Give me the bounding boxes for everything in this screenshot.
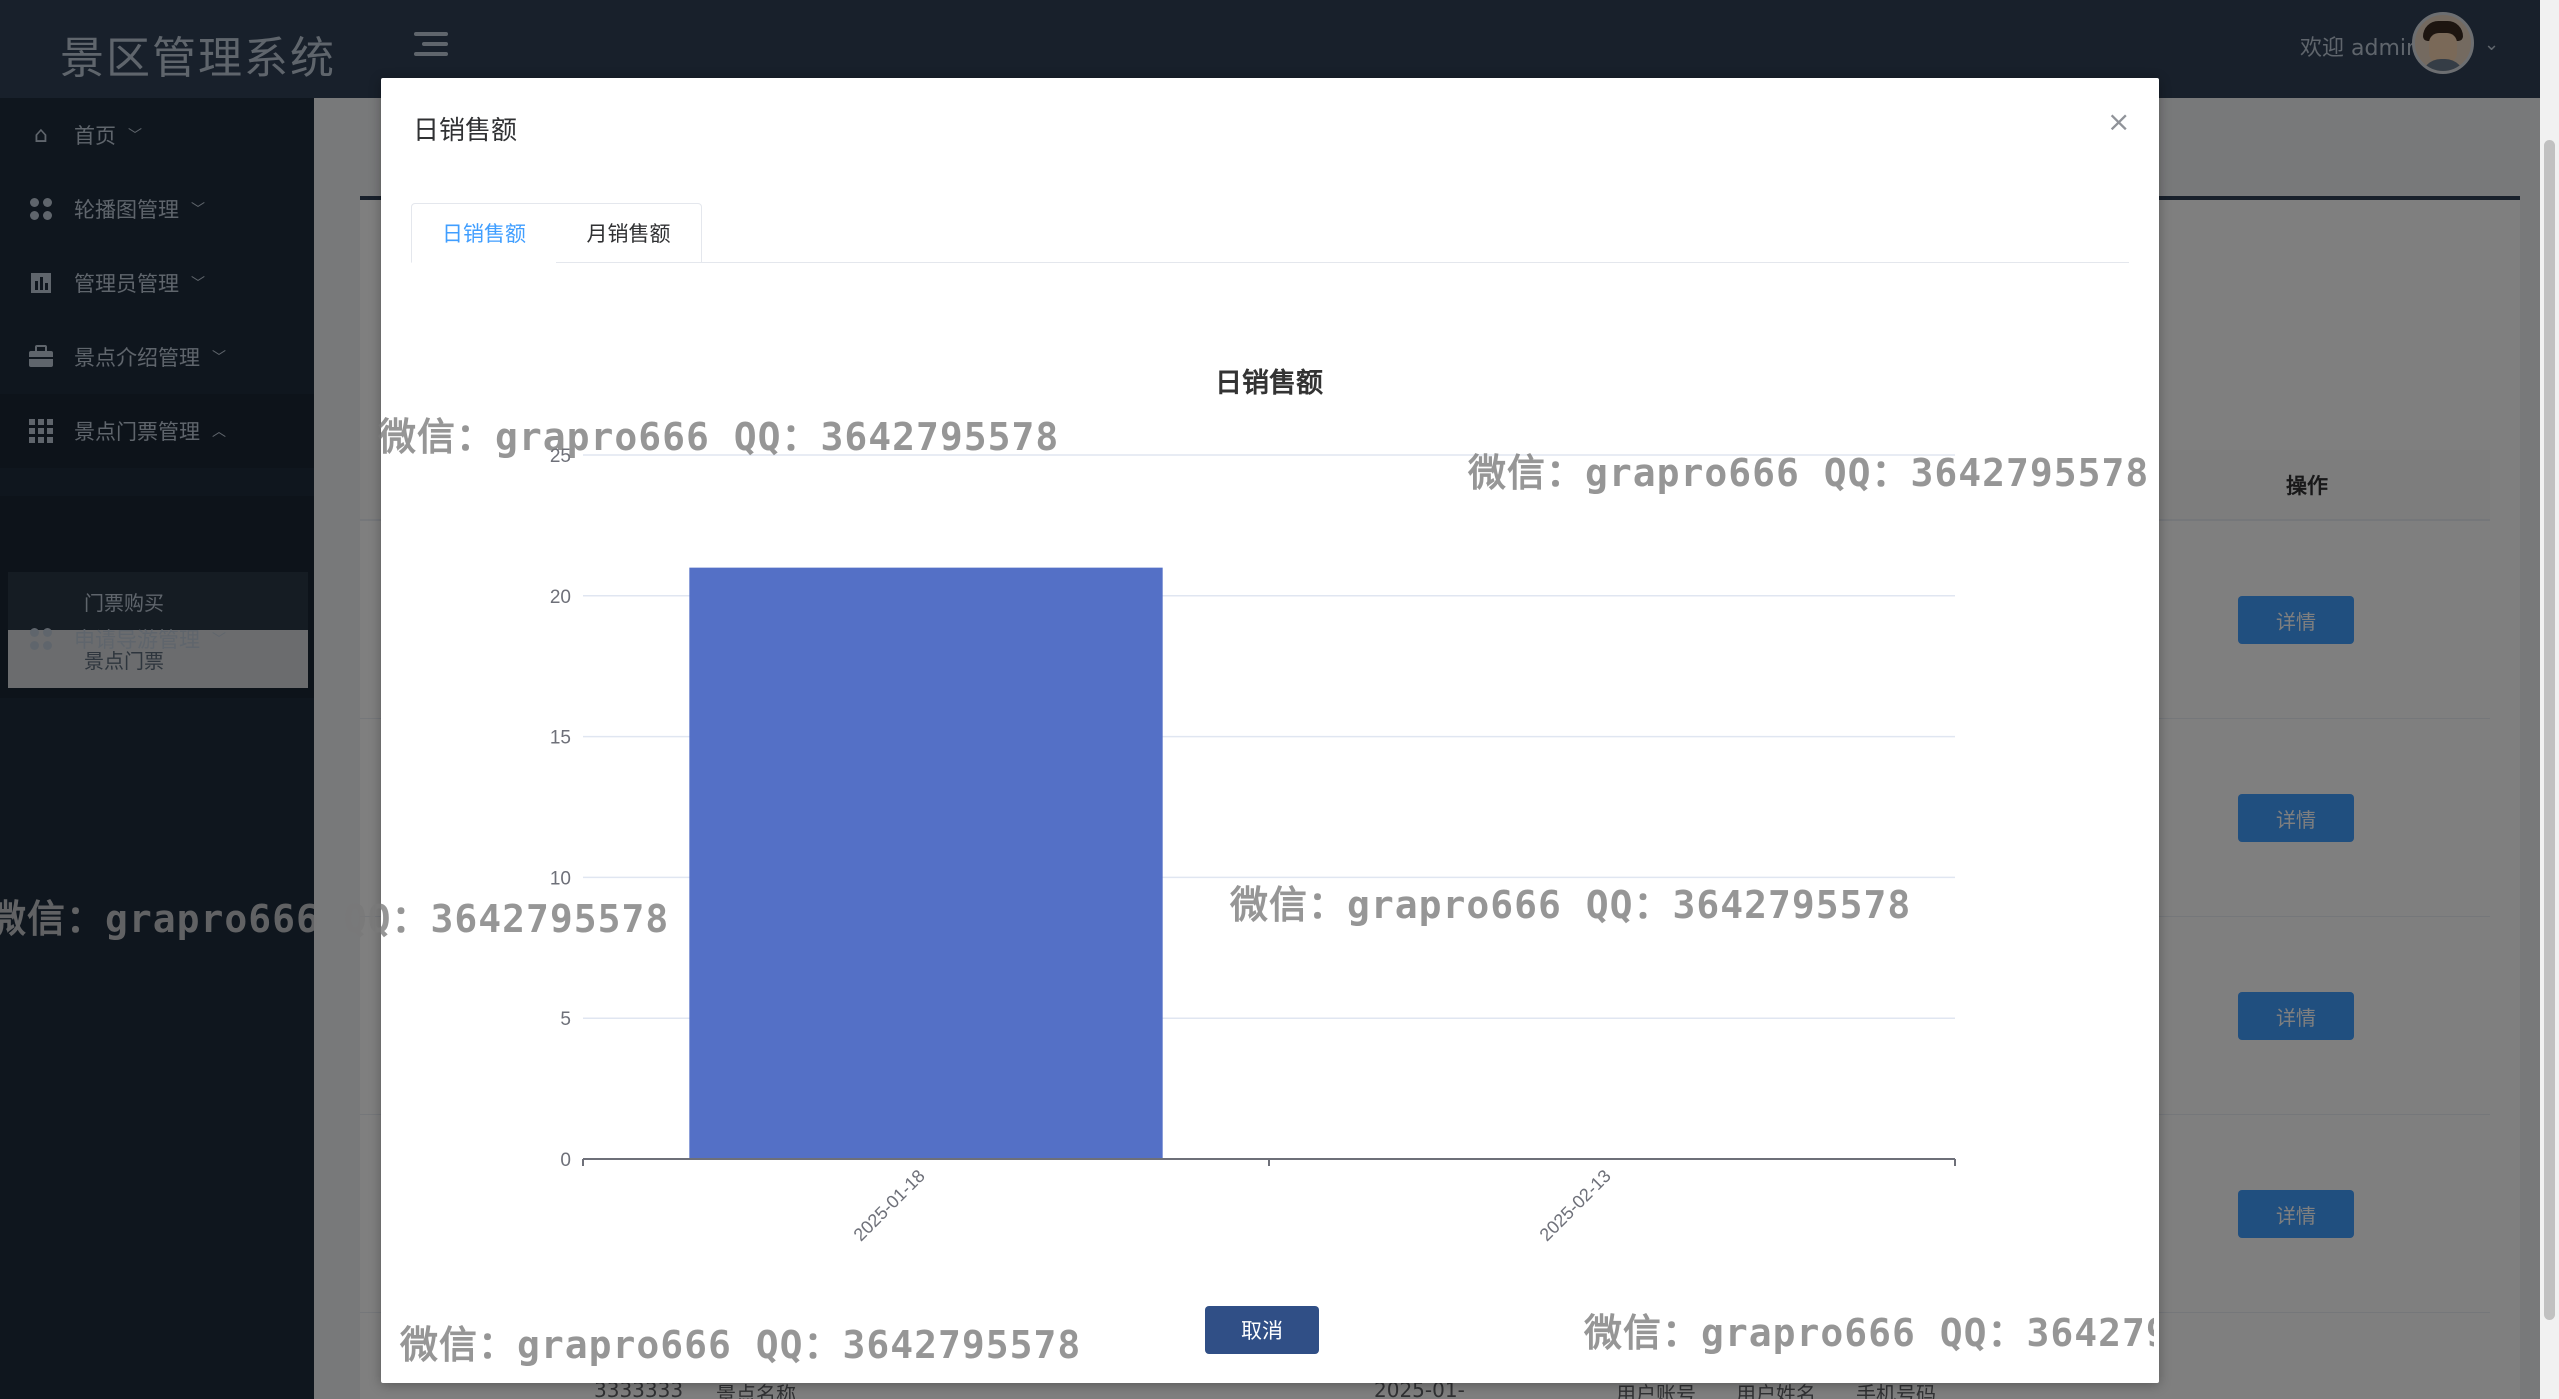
watermark-text: 微信：grapro666 QQ：3642795578	[378, 415, 1060, 459]
dialog-title: 日销售额	[413, 116, 518, 146]
scrollbar-thumb[interactable]	[2544, 140, 2555, 1320]
tab-monthly-sales[interactable]: 月销售额	[556, 203, 702, 263]
sales-dialog: 日销售额 × 日销售额 月销售额 日销售额 0 5 10 15 20 25 2025-01-…	[381, 78, 2159, 1383]
tab-daily-sales[interactable]: 日销售额	[411, 203, 557, 263]
watermark-text: 微信：grapro666 QQ：3642795578	[1230, 883, 1912, 927]
close-icon[interactable]: ×	[2107, 108, 2130, 136]
watermark-text: 微信：grapro666 QQ：3642795578	[400, 1323, 1082, 1367]
x-tick-label: 2025-01-18	[850, 1166, 929, 1245]
y-tick-label: 15	[550, 728, 571, 749]
y-tick-label: 0	[560, 1150, 571, 1171]
bar[interactable]	[689, 567, 1163, 1159]
y-tick-label: 5	[560, 1009, 571, 1030]
watermark-text: 微信：grapro666 QQ：3642795578	[1584, 1311, 2154, 1355]
chart-title: 日销售额	[1215, 367, 1323, 398]
x-tick-label: 2025-02-13	[1536, 1166, 1615, 1245]
y-tick-label: 20	[550, 587, 571, 608]
watermark-text: 微信：grapro666 QQ：3642795578	[1468, 451, 2150, 495]
watermark-text: 微信：grapro666 QQ：3642795578	[0, 897, 670, 941]
tab-bar: 日销售额 月销售额	[411, 203, 2129, 263]
page-scrollbar[interactable]	[2540, 0, 2559, 1399]
cancel-button[interactable]: 取消	[1205, 1306, 1319, 1354]
chart-bars	[689, 567, 1163, 1159]
y-tick-label: 10	[550, 868, 571, 889]
